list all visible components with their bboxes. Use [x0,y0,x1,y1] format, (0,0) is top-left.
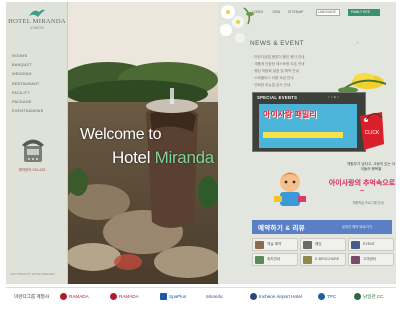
logo-text: HOTEL MIRANDA [8,18,66,25]
news-event-title: NEWS & EVENT [250,40,304,47]
ramada-logo-icon [110,293,117,301]
partner-group-link[interactable]: 미란다그룹 계열사 [14,292,49,302]
brochure-icon [303,256,312,264]
airport-hotel-logo-icon [250,293,257,301]
spaplus-logo-icon [160,293,167,301]
partner-name: RAMADA [69,294,89,299]
carousel-pager[interactable]: ○ ○ ● ○ [328,95,339,99]
logo-subtext: ICHEON [30,26,44,30]
partner-cc[interactable]: 남일관 CC [354,292,384,302]
news-more-button[interactable]: + [356,40,358,45]
promo-subtext: 체험학습 프로그램 안내 [352,201,384,205]
page-frame: HOTEL MIRANDA ICHEON ROOMS BANQUET WEDDI… [6,2,396,284]
main-nav: ROOMS BANQUET WEDDING RESTAURANT FACILIT… [12,52,64,116]
red-click-tag-icon[interactable]: CLICK [356,110,386,154]
room-icon [255,241,264,249]
partner-ramada-1[interactable]: RAMADA [60,292,89,302]
special-events-panel: SPECIAL EVENTS ○ ○ ● ○ 아이사랑 패밀리 [252,92,366,152]
nav-item-restaurant[interactable]: RESTAURANT [12,80,64,89]
welcome-miranda-word: Miranda [154,148,215,167]
tpc-logo-icon [318,293,325,301]
left-sidebar: HOTEL MIRANDA ICHEON ROOMS BANQUET WEDDI… [6,2,68,284]
news-title-word: NEWS [250,40,274,47]
bird-logo-icon [29,9,45,17]
partner-name: Incheon Airport Hotel [259,294,302,299]
quick-link-rooms[interactable]: 객실 예약 [252,238,298,251]
support-icon [351,256,360,264]
welcome-hotel-word: Hotel [112,148,155,167]
reservation-banner[interactable]: 예약하기 & 리뷰 온라인 예약 바로가기 [252,220,392,234]
partner-tpc[interactable]: TPC [318,292,336,302]
news-item[interactable]: 미란다호텔 봄맞이 할인 행사 안내 [252,54,352,61]
partner-name: RAMADA [119,294,139,299]
child-character-icon [274,172,306,206]
hero-image: Welcome to Hotel Miranda [68,2,218,284]
special-banner-text: 아이사랑 패밀리 [263,110,317,119]
copyright-text: COPYRIGHT BY HOTEL MIRANDA [10,272,55,276]
language-select[interactable]: LANGUAGE [316,9,340,16]
reservation-banner-sub: 온라인 예약 바로가기 [342,225,372,229]
nav-item-package[interactable]: PACKAGE [12,98,64,107]
banner-ribbon [263,132,343,138]
nav-item-events-news[interactable]: EVENTS&NEWS [12,107,64,116]
hotel-logo[interactable]: HOTEL MIRANDA ICHEON [8,8,66,36]
partner-ramada-2[interactable]: RAMADA [110,292,139,302]
tag-text: CLICK [365,130,380,136]
map-icon [255,256,264,264]
partner-airport-hotel[interactable]: Incheon Airport Hotel [250,292,302,302]
partner-name: SpaPlus [169,294,187,299]
quick-link-brochure[interactable]: E-BROCHURE [300,253,346,266]
quick-link-location[interactable]: 위치안내 [252,253,298,266]
quick-link-label: 웨딩 [315,242,322,246]
family-promo[interactable]: 체험부가 넘치고, 사랑이 있는 아이들의 행복을 아이사랑의 추억속으로~ 체… [260,160,396,216]
nav-item-wedding[interactable]: WEDDING [12,70,64,79]
partner-miranda[interactable]: Miranda [206,292,223,302]
reservation-phone-label: 예약문의 031-633 [18,168,46,172]
quick-link-wedding[interactable]: 웨딩 [300,238,346,251]
partner-name: 남일관 CC [363,294,384,299]
welcome-heading-line1: Welcome to [80,126,162,143]
promo-headline: 아이사랑의 추억속으로~ [328,180,396,195]
quick-link-label: E-BROCHURE [315,257,340,261]
partner-name: TPC [327,294,337,299]
partner-name: 미란다그룹 계열사 [14,294,50,299]
quick-link-label: EVENT [363,242,375,246]
event-icon [351,241,360,249]
partner-spaplus[interactable]: SpaPlus [160,292,186,302]
right-content: LOGIN JOIN SITEMAP LANGUAGE FAMILY SITE … [218,2,396,284]
quick-link-event[interactable]: EVENT [348,238,394,251]
sitemap-link[interactable]: SITEMAP [288,10,303,14]
special-event-banner[interactable]: 아이사랑 패밀리 [259,104,357,148]
welcome-heading-line2: Hotel Miranda [112,148,214,168]
nav-item-banquet[interactable]: BANQUET [12,61,64,70]
top-utility-bar: LOGIN JOIN SITEMAP LANGUAGE FAMILY SITE [232,8,396,18]
family-site-select[interactable]: FAMILY SITE [348,9,380,16]
quick-link-support[interactable]: 고객센터 [348,253,394,266]
quick-link-label: 객실 예약 [267,242,282,246]
ramada-logo-icon [60,293,67,301]
cc-logo-icon [354,293,361,301]
quick-links: 객실 예약 웨딩 EVENT 위치안내 E-BROCHURE 고객센터 [252,238,394,282]
quick-link-label: 위치안내 [267,257,281,261]
login-link[interactable]: LOGIN [252,10,263,14]
wedding-icon [303,241,312,249]
reservation-banner-title: 예약하기 & 리뷰 [258,225,305,232]
nav-item-facility[interactable]: FACILITY [12,89,64,98]
partner-logos-strip: 미란다그룹 계열사 RAMADA RAMADA SpaPlus Miranda … [6,287,396,305]
join-link[interactable]: JOIN [272,10,280,14]
telephone-icon[interactable] [20,136,46,166]
nav-item-rooms[interactable]: ROOMS [12,52,64,61]
promo-intro-text: 체험부가 넘치고, 사랑이 있는 아이들의 행복을 [347,162,395,171]
event-title-word: EVENT [278,40,304,47]
partner-name: Miranda [206,294,223,299]
quick-link-label: 고객센터 [363,257,377,261]
special-events-title: SPECIAL EVENTS [257,95,298,100]
